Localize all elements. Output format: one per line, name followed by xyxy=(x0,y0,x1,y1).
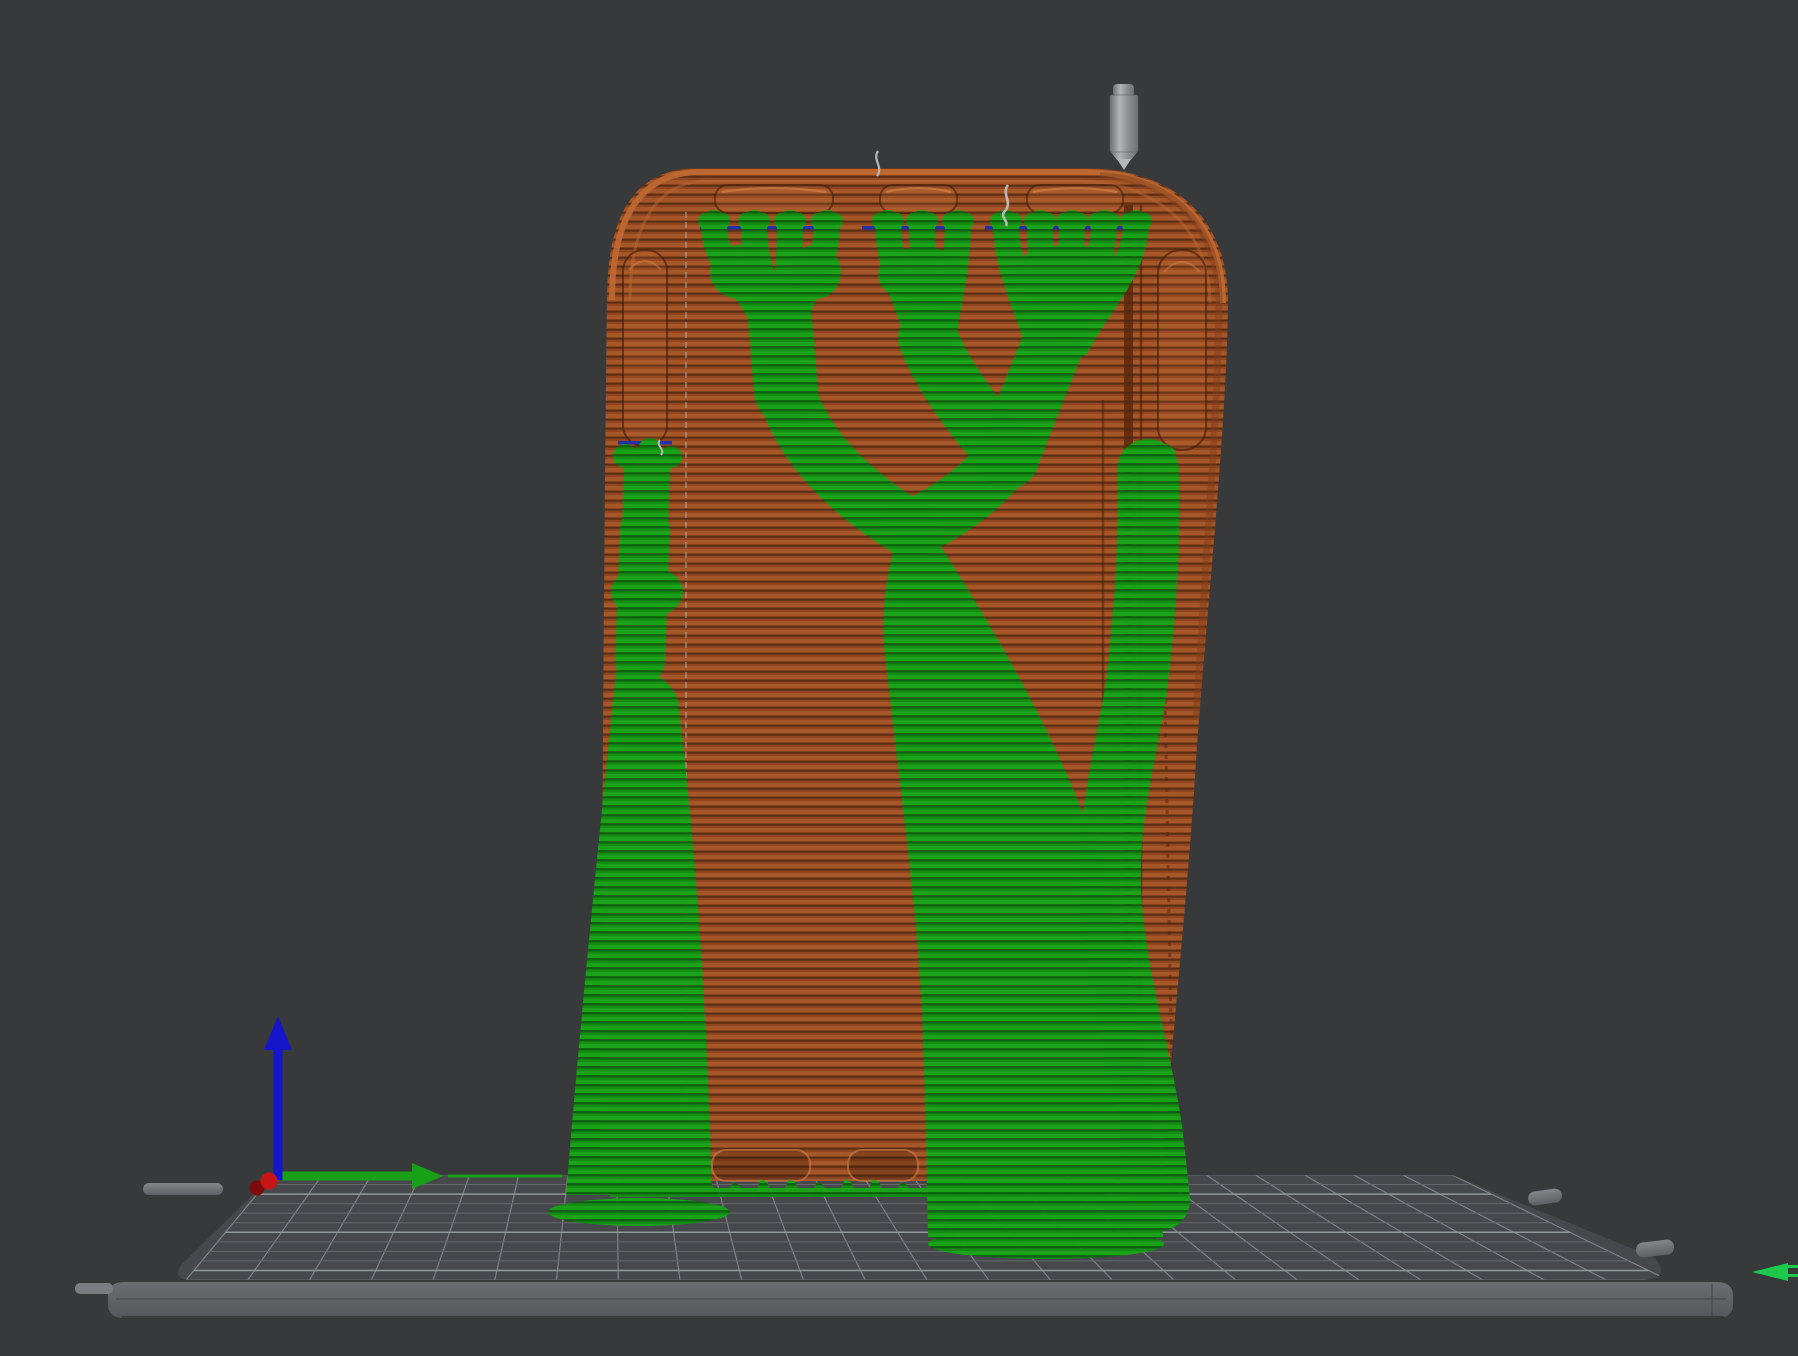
left-column-bulge xyxy=(611,566,683,618)
support-foot-left xyxy=(548,1198,730,1226)
right-side-ridge xyxy=(1158,250,1206,450)
edge-marker-line-1 xyxy=(1780,1265,1798,1268)
top-ridge-2 xyxy=(880,185,957,213)
bed-slab xyxy=(108,1282,1733,1318)
finger-branch xyxy=(922,223,931,345)
top-ridge-3 xyxy=(1027,185,1123,213)
finger-branch xyxy=(1040,223,1048,345)
bottom-slot-2 xyxy=(848,1150,918,1181)
nozzle-body xyxy=(1110,95,1138,152)
top-ridge-1 xyxy=(715,185,833,213)
bed-left-clip xyxy=(143,1183,223,1195)
x-axis-knob xyxy=(261,1173,278,1190)
bottom-slot-1 xyxy=(712,1150,810,1181)
left-side-ridge xyxy=(623,250,667,446)
support-fingers xyxy=(698,213,1152,346)
slicer-3d-viewport[interactable] xyxy=(0,0,1798,1356)
bed-left-tab xyxy=(75,1283,113,1294)
edge-marker-line-2 xyxy=(1780,1274,1798,1277)
